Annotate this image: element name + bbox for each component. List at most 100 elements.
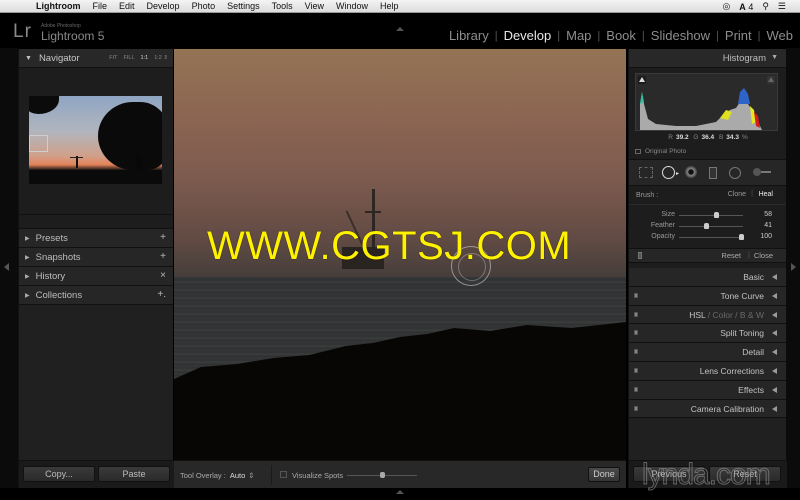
slider-knob[interactable] <box>713 212 719 218</box>
module-map[interactable]: Map <box>566 28 591 43</box>
tool-overlay-control[interactable]: Tool Overlay : Auto ⇕ <box>180 471 255 480</box>
original-photo-label: Original Photo <box>645 148 687 155</box>
menu-window[interactable]: Window <box>336 1 368 11</box>
add-collection-icon[interactable]: +. <box>157 289 166 300</box>
crop-overlay-icon[interactable] <box>639 167 653 178</box>
collapse-right-arrow-icon[interactable] <box>791 263 796 271</box>
panel-label: HSL / Color / B & W <box>689 310 764 320</box>
panel-lens-corrections[interactable]: Lens Corrections <box>629 361 786 381</box>
slider-knob[interactable] <box>703 223 709 229</box>
histogram-header[interactable]: Histogram ▼ <box>629 49 786 68</box>
panel-switch[interactable] <box>634 349 638 355</box>
panel-collections[interactable]: ▶ Collections +. <box>19 286 173 305</box>
feather-slider[interactable] <box>679 223 743 229</box>
collapsed-triangle-icon <box>772 386 777 393</box>
adobe-icon[interactable]: A 4 <box>739 2 753 12</box>
zoom-custom[interactable]: 1:2 ⇕ <box>154 55 168 61</box>
spotlight-search-icon[interactable]: ⚲ <box>762 1 769 12</box>
menu-view[interactable]: View <box>305 1 324 11</box>
zoom-fit[interactable]: FIT <box>109 55 117 61</box>
size-value[interactable]: 58 <box>764 211 772 218</box>
opacity-value[interactable]: 100 <box>760 233 772 240</box>
tool-reset-button[interactable]: Reset <box>721 251 741 260</box>
top-panel-toggle-icon[interactable] <box>396 27 404 31</box>
panel-switch[interactable] <box>634 330 638 336</box>
panel-camera-calibration[interactable]: Camera Calibration <box>629 399 786 419</box>
panel-switch[interactable] <box>634 292 638 298</box>
panel-presets[interactable]: ▶ Presets + <box>19 229 173 248</box>
panel-switch[interactable] <box>634 367 638 373</box>
menu-develop[interactable]: Develop <box>147 1 180 11</box>
clone-mode-button[interactable]: Clone <box>728 191 746 198</box>
panel-effects[interactable]: Effects <box>629 380 786 400</box>
module-slideshow[interactable]: Slideshow <box>651 28 710 43</box>
panel-history[interactable]: ▶ History × <box>19 267 173 286</box>
original-photo-toggle[interactable]: Original Photo <box>635 148 686 155</box>
collapse-left-arrow-icon[interactable] <box>4 263 9 271</box>
heal-mode-button[interactable]: Heal <box>759 191 773 198</box>
original-photo-checkbox[interactable] <box>635 149 641 154</box>
panel-hsl[interactable]: HSL / Color / B & W <box>629 305 786 325</box>
add-snapshot-icon[interactable]: + <box>160 251 166 262</box>
hsl-tab[interactable]: HSL <box>689 310 705 320</box>
zoom-fill[interactable]: FILL <box>124 55 135 61</box>
creative-cloud-icon[interactable]: ◎ <box>722 1 730 12</box>
red-eye-icon[interactable] <box>685 166 697 178</box>
opacity-slider[interactable] <box>679 234 744 240</box>
highlight-clipping-indicator-icon[interactable] <box>767 76 775 84</box>
adjustment-brush-icon[interactable] <box>753 168 761 176</box>
shadow-clipping-indicator-icon[interactable] <box>638 76 646 84</box>
graduated-filter-icon[interactable] <box>709 167 717 179</box>
visualize-spots-slider[interactable] <box>347 472 417 478</box>
menu-edit[interactable]: Edit <box>119 1 135 11</box>
color-bw-tabs[interactable]: / Color / B & W <box>705 310 764 320</box>
feather-value[interactable]: 41 <box>764 222 772 229</box>
right-panel-edge[interactable] <box>786 48 800 488</box>
done-button[interactable]: Done <box>588 467 620 482</box>
zoom-1-1[interactable]: 1:1 <box>141 55 149 61</box>
slider-knob[interactable] <box>380 472 385 478</box>
panel-switch[interactable] <box>634 386 638 392</box>
panel-tone-curve[interactable]: Tone Curve <box>629 286 786 306</box>
filmstrip-toggle-icon[interactable] <box>396 490 404 494</box>
left-panel-edge[interactable] <box>0 48 18 488</box>
menu-help[interactable]: Help <box>380 1 399 11</box>
clear-history-icon[interactable]: × <box>160 270 166 281</box>
menu-settings[interactable]: Settings <box>227 1 260 11</box>
navigator-view-rectangle[interactable] <box>29 135 48 152</box>
menu-app-name[interactable]: Lightroom <box>36 1 81 11</box>
menu-tools[interactable]: Tools <box>272 1 293 11</box>
visualize-spots-checkbox[interactable] <box>280 471 287 478</box>
panel-snapshots[interactable]: ▶ Snapshots + <box>19 248 173 267</box>
panel-detail[interactable]: Detail <box>629 343 786 362</box>
size-slider[interactable] <box>679 212 743 218</box>
module-develop[interactable]: Develop <box>504 28 552 43</box>
notification-list-icon[interactable]: ☰ <box>778 1 786 12</box>
tool-overlay-value[interactable]: Auto <box>230 471 245 480</box>
panel-basic[interactable]: Basic <box>629 268 786 287</box>
module-book[interactable]: Book <box>606 28 636 43</box>
spot-removal-icon[interactable] <box>662 166 675 179</box>
panel-switch[interactable] <box>634 311 638 317</box>
add-preset-icon[interactable]: + <box>160 232 166 243</box>
panel-label: Effects <box>738 384 764 395</box>
histogram-graph[interactable] <box>635 73 778 131</box>
collapsed-triangle-icon: ▶ <box>25 235 30 242</box>
paste-button[interactable]: Paste <box>98 466 170 482</box>
menu-file[interactable]: File <box>93 1 108 11</box>
radial-filter-icon[interactable] <box>729 167 741 179</box>
slider-knob[interactable] <box>739 234 744 240</box>
menu-photo[interactable]: Photo <box>192 1 216 11</box>
module-library[interactable]: Library <box>449 28 489 43</box>
copy-button[interactable]: Copy... <box>23 466 95 482</box>
module-web[interactable]: Web <box>767 28 794 43</box>
panel-switch[interactable] <box>634 405 638 411</box>
module-print[interactable]: Print <box>725 28 752 43</box>
navigator-header[interactable]: ▼ Navigator FIT FILL 1:1 1:2 ⇕ <box>19 49 173 68</box>
tool-on-off-switch[interactable] <box>638 252 642 259</box>
navigator-thumbnail[interactable] <box>29 96 162 184</box>
panel-split-toning[interactable]: Split Toning <box>629 324 786 344</box>
percent-sign: % <box>741 134 748 141</box>
tool-close-button[interactable]: Close <box>754 251 773 260</box>
photo-canvas[interactable]: WWW.CGTSJ.COM <box>174 49 626 460</box>
